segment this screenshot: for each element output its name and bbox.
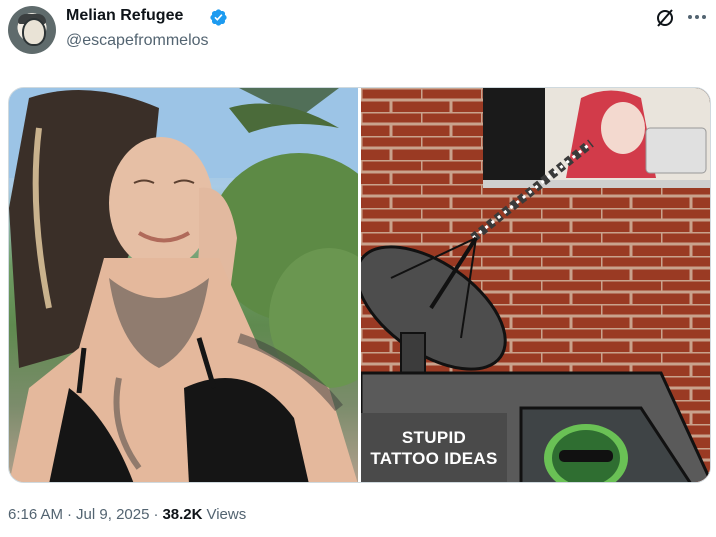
photo-left[interactable] xyxy=(9,88,358,482)
display-name[interactable]: Melian Refugee xyxy=(66,7,183,25)
separator: · xyxy=(153,506,159,523)
meme-caption: STUPID TATTOO IDEAS xyxy=(361,411,507,482)
verified-badge-icon xyxy=(210,9,227,26)
photo-right-meme[interactable]: STUPID TATTOO IDEAS xyxy=(361,88,710,482)
caption-line-1: STUPID xyxy=(401,427,467,447)
avatar[interactable] xyxy=(8,6,56,54)
separator: · xyxy=(67,506,73,523)
tweet-meta: 6:16 AM · Jul 9, 2025 · 38.2K Views xyxy=(8,506,246,523)
media-grid: STUPID TATTOO IDEAS xyxy=(8,87,711,483)
post-date[interactable]: Jul 9, 2025 xyxy=(76,506,149,523)
more-horizontal-icon[interactable] xyxy=(684,6,710,28)
views-count[interactable]: 38.2K xyxy=(162,506,202,523)
user-handle[interactable]: @escapefrommelos xyxy=(66,32,209,50)
views-label: Views xyxy=(206,506,247,523)
post-time[interactable]: 6:16 AM xyxy=(8,506,63,523)
avatar-face xyxy=(22,18,46,46)
caption-line-2: TATTOO IDEAS xyxy=(370,448,498,468)
grok-icon[interactable] xyxy=(655,8,675,28)
photo-left-illustration xyxy=(9,88,358,482)
tweet-header: Melian Refugee @escapefrommelos xyxy=(0,0,716,80)
